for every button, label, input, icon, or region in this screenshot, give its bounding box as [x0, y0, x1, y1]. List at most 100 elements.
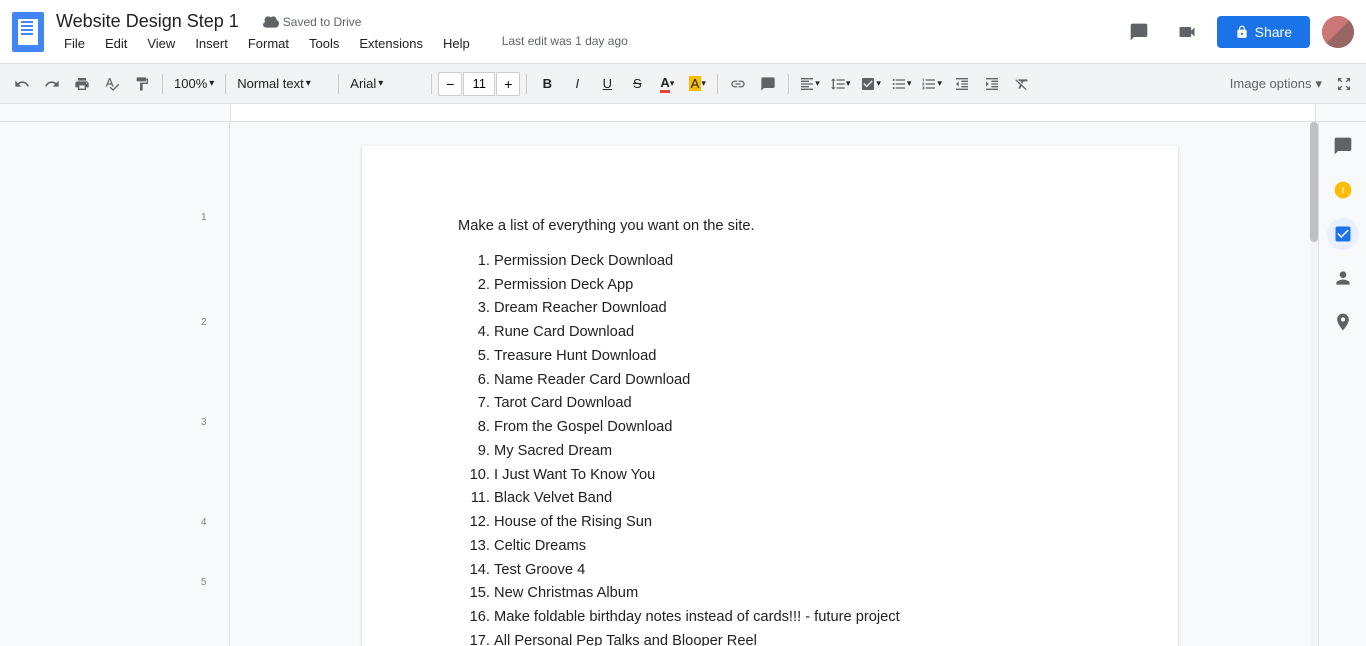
font-size-increase[interactable]: + [496, 72, 520, 96]
list-item-text[interactable]: Tarot Card Download [494, 392, 632, 415]
list-item-text[interactable]: Permission Deck App [494, 274, 633, 297]
line-spacing-arrow-icon: ▾ [846, 78, 851, 89]
list-num: 6. [458, 369, 490, 392]
print-button[interactable] [68, 70, 96, 98]
chat-button[interactable] [1121, 14, 1157, 50]
list-item-text[interactable]: Test Groove 4 [494, 559, 585, 582]
bold-button[interactable]: B [533, 70, 561, 98]
menu-help[interactable]: Help [435, 34, 478, 53]
list-num: 5. [458, 345, 490, 368]
divider-2 [225, 74, 226, 94]
menu-insert[interactable]: Insert [187, 34, 236, 53]
list-item-text[interactable]: Permission Deck Download [494, 250, 673, 273]
list-item-text[interactable]: Treasure Hunt Download [494, 345, 656, 368]
doc-area[interactable]: Make a list of everything you want on th… [230, 122, 1310, 646]
scrollbar[interactable] [1310, 122, 1318, 646]
list-item: 1.Permission Deck Download [458, 250, 1082, 273]
checklist-button[interactable]: ▾ [856, 70, 885, 98]
menu-bar: File Edit View Insert Format Tools Exten… [56, 34, 1121, 53]
list-item: 3.Dream Reacher Download [458, 297, 1082, 320]
text-color-button[interactable]: A ▾ [653, 70, 681, 98]
list-item-text[interactable]: Rune Card Download [494, 321, 634, 344]
zoom-selector[interactable]: 100% ▾ [169, 70, 219, 98]
list-num: 8. [458, 416, 490, 439]
list-item: 5.Treasure Hunt Download [458, 345, 1082, 368]
unordered-list-button[interactable]: ▾ [887, 70, 916, 98]
top-bar: Website Design Step 1 Saved to Drive Fil… [0, 0, 1366, 64]
font-arrow-icon: ▾ [378, 78, 383, 89]
list-item: 2.Permission Deck App [458, 274, 1082, 297]
list-item: 8.From the Gospel Download [458, 416, 1082, 439]
margin-num-4: 4 [201, 517, 207, 528]
main-area: 1 2 3 4 5 Make a list of everything you … [0, 122, 1366, 646]
sidebar-chat-icon[interactable] [1327, 130, 1359, 162]
unordered-list-arrow-icon: ▾ [907, 78, 912, 89]
list-num: 17. [458, 630, 490, 646]
divider-5 [526, 74, 527, 94]
list-item-text[interactable]: Black Velvet Band [494, 487, 612, 510]
list-item-text[interactable]: House of the Rising Sun [494, 511, 652, 534]
share-button[interactable]: Share [1217, 16, 1310, 48]
line-spacing-button[interactable]: ▾ [826, 70, 855, 98]
list-item-text[interactable]: From the Gospel Download [494, 416, 672, 439]
list-item-text[interactable]: My Sacred Dream [494, 440, 612, 463]
spell-check-button[interactable] [98, 70, 126, 98]
ordered-list-button[interactable]: ▾ [917, 70, 946, 98]
scrollbar-thumb[interactable] [1310, 122, 1318, 242]
indent-decrease-button[interactable] [948, 70, 976, 98]
insert-link-button[interactable] [724, 70, 752, 98]
margin-num-1: 1 [201, 212, 207, 223]
indent-increase-button[interactable] [978, 70, 1006, 98]
doc-list: 1.Permission Deck Download2.Permission D… [458, 250, 1082, 646]
strikethrough-button[interactable]: S [623, 70, 651, 98]
user-avatar[interactable] [1322, 16, 1354, 48]
image-options-label: Image options [1230, 76, 1312, 91]
sidebar-contacts-icon[interactable] [1327, 262, 1359, 294]
list-item-text[interactable]: Celtic Dreams [494, 535, 586, 558]
doc-title[interactable]: Website Design Step 1 [56, 11, 239, 32]
meet-button[interactable] [1169, 14, 1205, 50]
clear-format-button[interactable] [1008, 70, 1036, 98]
list-item-text[interactable]: Name Reader Card Download [494, 369, 690, 392]
sidebar-palette-icon[interactable]: ! [1327, 174, 1359, 206]
sidebar-maps-icon[interactable] [1327, 306, 1359, 338]
menu-extensions[interactable]: Extensions [351, 34, 431, 53]
italic-button[interactable]: I [563, 70, 591, 98]
list-num: 4. [458, 321, 490, 344]
undo-button[interactable] [8, 70, 36, 98]
align-button[interactable]: ▾ [795, 70, 824, 98]
lock-icon [1235, 25, 1249, 39]
list-num: 7. [458, 392, 490, 415]
list-num: 16. [458, 606, 490, 629]
menu-tools[interactable]: Tools [301, 34, 347, 53]
list-item-text[interactable]: New Christmas Album [494, 582, 638, 605]
expand-button[interactable] [1330, 70, 1358, 98]
ruler [0, 104, 1366, 122]
menu-format[interactable]: Format [240, 34, 297, 53]
comment-button[interactable] [754, 70, 782, 98]
underline-button[interactable]: U [593, 70, 621, 98]
text-color-arrow-icon: ▾ [670, 78, 675, 89]
list-item: 13.Celtic Dreams [458, 535, 1082, 558]
ordered-list-arrow-icon: ▾ [937, 78, 942, 89]
list-num: 15. [458, 582, 490, 605]
list-item-text[interactable]: All Personal Pep Talks and Blooper Reel [494, 630, 757, 646]
doc-intro[interactable]: Make a list of everything you want on th… [458, 218, 1082, 234]
sidebar-tasks-icon[interactable] [1327, 218, 1359, 250]
divider-7 [788, 74, 789, 94]
font-size-input[interactable] [463, 72, 495, 96]
menu-edit[interactable]: Edit [97, 34, 135, 53]
list-item-text[interactable]: Make foldable birthday notes instead of … [494, 606, 900, 629]
redo-button[interactable] [38, 70, 66, 98]
list-item-text[interactable]: I Just Want To Know You [494, 464, 655, 487]
highlight-button[interactable]: A ▾ [683, 70, 711, 98]
list-num: 13. [458, 535, 490, 558]
list-item: 6.Name Reader Card Download [458, 369, 1082, 392]
style-selector[interactable]: Normal text ▾ [232, 70, 332, 98]
menu-file[interactable]: File [56, 34, 93, 53]
menu-view[interactable]: View [139, 34, 183, 53]
font-size-decrease[interactable]: − [438, 72, 462, 96]
paint-format-button[interactable] [128, 70, 156, 98]
list-item-text[interactable]: Dream Reacher Download [494, 297, 667, 320]
font-selector[interactable]: Arial ▾ [345, 70, 425, 98]
